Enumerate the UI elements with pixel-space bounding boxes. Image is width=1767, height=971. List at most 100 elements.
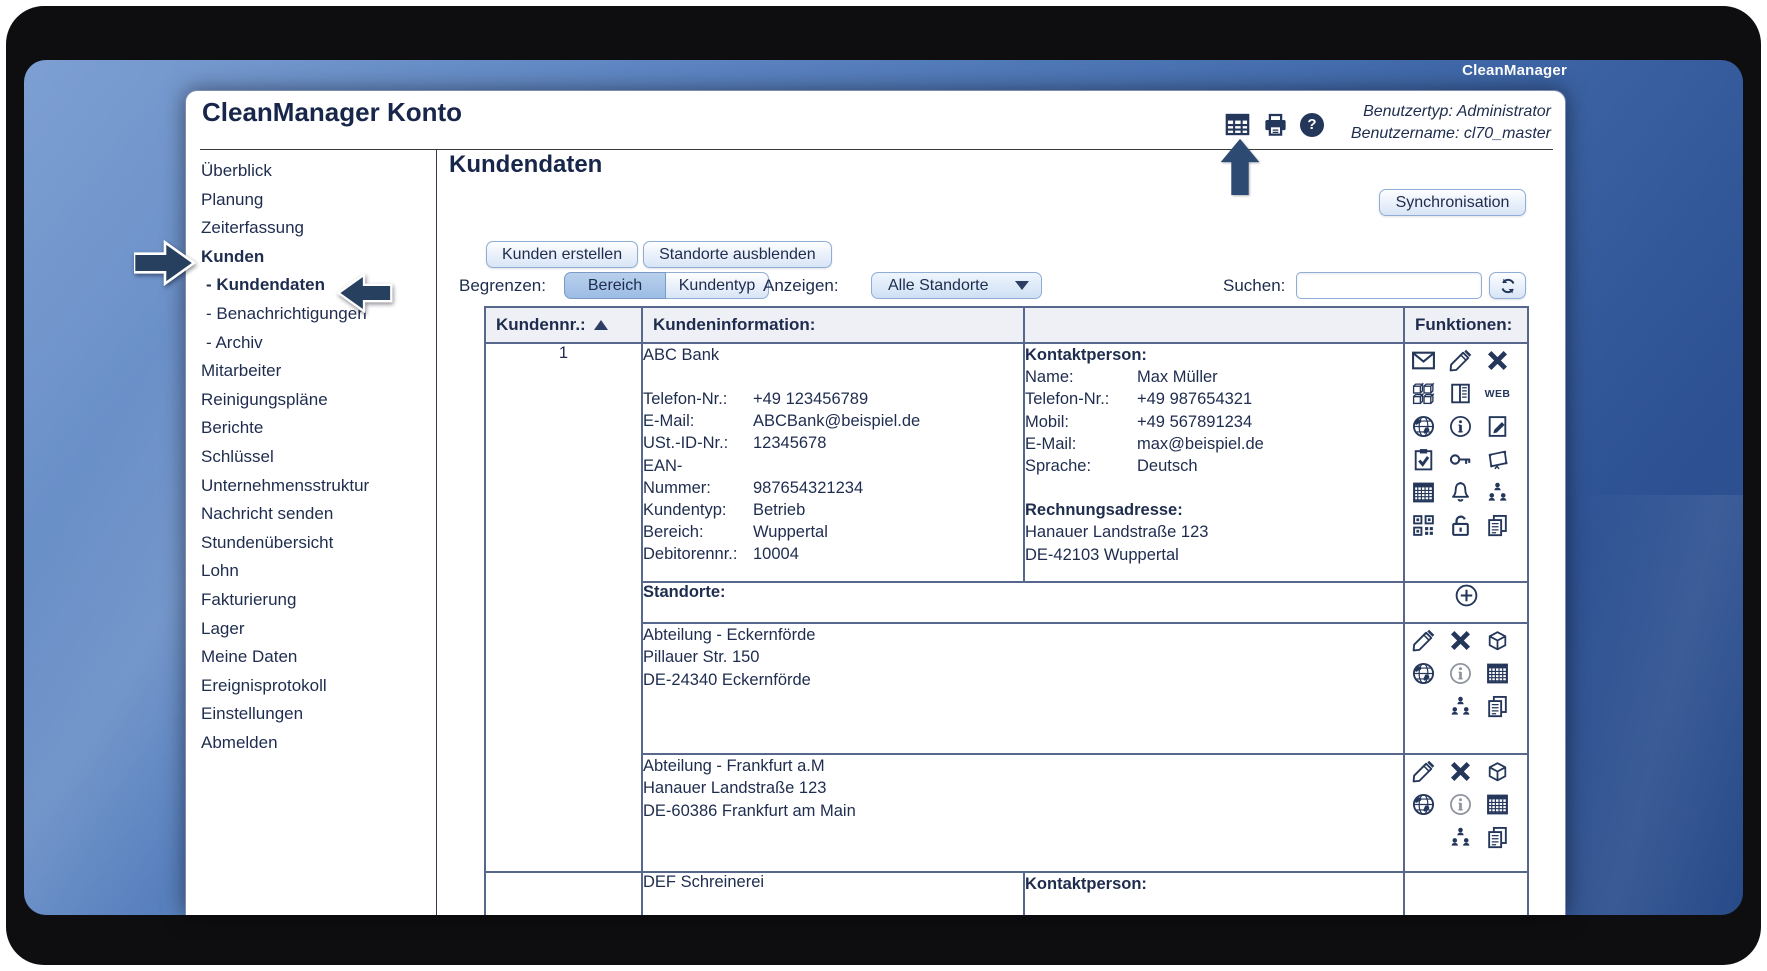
create-customer-button[interactable]: Kunden erstellen [486,241,639,268]
show-label: Anzeigen: [763,276,839,295]
spreadsheet-icon[interactable] [1224,111,1251,138]
sidebar-item[interactable]: Planung [201,186,433,215]
site-function-icons [1405,624,1527,723]
screenshot-root: CleanManager CleanManager Konto ? Benutz… [0,0,1767,971]
contact-heading: Kontaktperson: [1025,346,1147,364]
col-header-info: Kundeninformation: [641,306,1025,344]
unlock-icon[interactable] [1448,513,1473,538]
delete-icon[interactable] [1485,348,1510,373]
window-title: CleanManager Konto [202,97,463,127]
site-function-icons [1405,755,1527,854]
sidebar-item[interactable]: Abmelden [201,729,433,758]
edit-icon[interactable] [1411,759,1436,784]
sidebar-item[interactable]: Kunden [201,243,433,272]
refresh-button[interactable] [1489,272,1526,299]
info-row: Kundentyp: Betrieb [643,501,806,520]
search-input[interactable] [1296,272,1482,299]
note-edit-icon[interactable] [1485,414,1510,439]
sidebar-item[interactable]: Mitarbeiter [201,357,433,386]
sites-add-cell [1403,581,1529,624]
key-icon[interactable] [1448,447,1473,472]
site-line: Abteilung - Frankfurt a.M [643,757,825,775]
sort-asc-icon[interactable] [593,320,608,330]
billing-heading: Rechnungsadresse: [1025,501,1183,520]
toggle-sites-button[interactable]: Standorte ausblenden [643,241,832,268]
delete-icon[interactable] [1448,759,1473,784]
info-row: Nummer: 987654321234 [643,478,864,497]
help-icon[interactable]: ? [1300,112,1324,137]
copy-icon[interactable] [1485,513,1510,538]
mail-icon[interactable] [1411,348,1436,373]
next-customer-contact-heading: Kontaktperson: [1023,871,1405,915]
sidebar-item[interactable]: Schlüssel [201,443,433,472]
spreadsheet-icon[interactable] [1411,480,1436,505]
sidebar-item[interactable]: Einstellungen [201,700,433,729]
sidebar-item[interactable]: Überblick [201,157,433,186]
search-label: Suchen: [1223,276,1286,295]
edit-icon[interactable] [1411,628,1436,653]
sidebar-item[interactable]: Fakturierung [201,586,433,615]
spreadsheet-icon[interactable] [1485,792,1510,817]
cube-icon[interactable] [1485,759,1510,784]
info-icon[interactable] [1448,661,1473,686]
globe-icon[interactable] [1411,661,1436,686]
sidebar-item[interactable]: Reinigungspläne [201,386,433,415]
limit-label: Begrenzen: [459,276,546,295]
sidebar-item[interactable]: - Benachrichtigungen [201,300,433,329]
org-chart-icon[interactable] [1448,694,1473,719]
catalog-icon[interactable] [1448,381,1473,406]
user-info: Benutzertyp: Administrator Benutzername:… [1351,101,1551,145]
printer-icon[interactable] [1262,111,1289,138]
user-type: Benutzertyp: Administrator [1363,103,1551,120]
site-address-cell: Abteilung - Frankfurt a.M Hanauer Landst… [641,753,1405,873]
col-header-contact [1023,306,1405,344]
sites-heading: Standorte: [641,581,1405,624]
spreadsheet-icon[interactable] [1485,661,1510,686]
org-chart-icon[interactable] [1448,825,1473,850]
site-line: Abteilung - Eckernförde [643,626,816,644]
info-row: USt.-ID-Nr.: 12345678 [643,434,827,453]
refresh-icon [1498,276,1518,296]
sidebar-item[interactable]: Lager [201,615,433,644]
org-chart-icon[interactable] [1485,480,1510,505]
plan-board-icon[interactable] [1485,447,1510,472]
edit-icon[interactable] [1448,348,1473,373]
clipboard-check-icon[interactable] [1411,447,1436,472]
bell-icon[interactable] [1448,480,1473,505]
info-row: EAN- [643,456,683,475]
info-icon[interactable] [1448,414,1473,439]
sites-heading-row: Standorte: [485,581,1529,624]
customer-table-wrap: Kundennr.: Kundeninformation: Funktionen… [484,306,1529,915]
customer-function-icons: WEB [1405,344,1527,542]
copy-icon[interactable] [1485,825,1510,850]
site-functions-cell [1403,622,1529,755]
globe-icon[interactable] [1411,792,1436,817]
limit-area-button[interactable]: Bereich [564,272,666,299]
boxes-icon[interactable] [1411,381,1436,406]
copy-icon[interactable] [1485,694,1510,719]
site-row: Abteilung - Frankfurt a.M Hanauer Landst… [485,753,1529,873]
sidebar-item[interactable]: Zeiterfassung [201,214,433,243]
sidebar-item[interactable]: Lohn [201,557,433,586]
globe-icon[interactable] [1411,414,1436,439]
qr-code-icon[interactable] [1411,513,1436,538]
limit-type-button[interactable]: Kundentyp [666,272,769,299]
sidebar-item[interactable]: Berichte [201,414,433,443]
col-header-functions: Funktionen: [1403,306,1529,344]
sites-filter-dropdown[interactable]: Alle Standorte [871,272,1042,299]
synchronisation-button[interactable]: Synchronisation [1379,189,1526,216]
sidebar-item[interactable]: Ereignisprotokoll [201,672,433,701]
col-header-number[interactable]: Kundennr.: [484,306,643,344]
cube-icon[interactable] [1485,628,1510,653]
sidebar-item[interactable]: Meine Daten [201,643,433,672]
add-circle-icon[interactable] [1454,583,1479,608]
sidebar-item[interactable]: Unternehmensstruktur [201,472,433,501]
billing-line: Hanauer Landstraße 123 [1025,523,1209,542]
next-customer-number-cell [484,871,643,915]
info-icon[interactable] [1448,792,1473,817]
sidebar-item[interactable]: Stundenübersicht [201,529,433,558]
sidebar-item[interactable]: Nachricht senden [201,500,433,529]
web-link[interactable]: WEB [1485,388,1511,400]
sidebar-item[interactable]: - Archiv [201,329,433,358]
delete-icon[interactable] [1448,628,1473,653]
